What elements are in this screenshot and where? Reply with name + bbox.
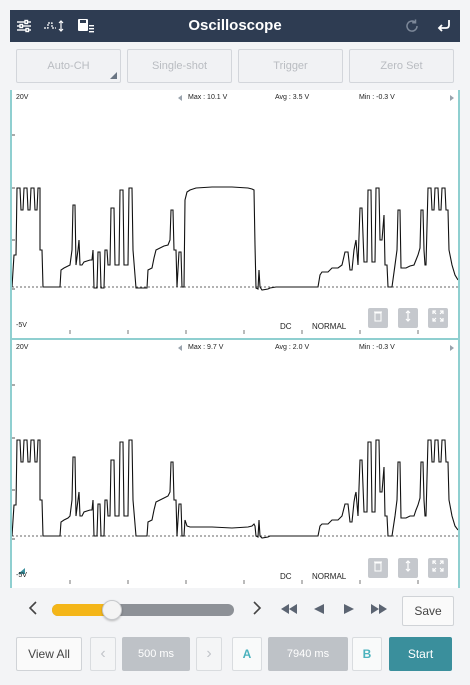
channel-panel-2[interactable]: 20V Max : 9.7 V Avg : 2.0 V Min : -0.3 V… [12, 340, 458, 588]
step-back-icon [313, 602, 325, 620]
zero-set-button[interactable]: Zero Set [349, 49, 454, 83]
single-shot-button[interactable]: Single-shot [127, 49, 232, 83]
refresh-icon[interactable] [396, 10, 428, 42]
view-all-button[interactable]: View All [16, 637, 82, 671]
stat-avg: Avg : 2.0 V [275, 344, 310, 351]
channel-panel-1[interactable]: 20V Max : 10.1 V Avg : 3.5 V Min : -0.3 … [12, 90, 458, 340]
timebase-value: 500 ms [122, 637, 190, 671]
expand-panel-button[interactable] [428, 308, 448, 328]
expand-icon [432, 559, 444, 577]
stat-min: Min : -0.3 V [359, 94, 395, 101]
trigger-button[interactable]: Trigger [238, 49, 343, 83]
title-bar: Oscilloscope [10, 10, 460, 42]
single-shot-label: Single-shot [151, 60, 208, 72]
timebase-increase-button[interactable]: › [196, 637, 222, 671]
coupling-label: DC [280, 572, 292, 581]
trash-icon [373, 309, 383, 327]
waveform-measure-icon[interactable] [38, 10, 72, 42]
waveform-channel-2 [12, 384, 458, 584]
delete-channel-button[interactable] [368, 558, 388, 578]
fast-forward-icon [370, 602, 388, 620]
chevron-left-icon: ‹ [100, 645, 106, 662]
step-back-button[interactable] [308, 600, 330, 622]
scope-display[interactable]: 20V Max : 10.1 V Avg : 3.5 V Min : -0.3 … [10, 90, 460, 588]
prev-stat-arrow-icon[interactable] [178, 95, 182, 101]
expand-icon [432, 309, 444, 327]
step-forward-icon [343, 602, 355, 620]
trigger-mode-label: NORMAL [312, 322, 347, 331]
timeline-slider[interactable] [52, 600, 234, 620]
coupling-label: DC [280, 322, 292, 331]
back-icon[interactable] [428, 10, 460, 42]
zero-set-label: Zero Set [380, 60, 423, 72]
auto-ch-label: Auto-CH [47, 60, 90, 72]
scroll-right-button[interactable] [246, 601, 268, 620]
save-button[interactable]: Save [402, 596, 454, 626]
scale-min-label: -5V [16, 322, 27, 329]
stat-max: Max : 10.1 V [188, 94, 228, 101]
expand-panel-button[interactable] [428, 558, 448, 578]
bottom-bar: View All ‹ 500 ms › A 7940 ms B Start [10, 634, 460, 674]
scale-max-label: 20V [16, 94, 29, 101]
fast-rewind-icon [280, 602, 298, 620]
scroll-left-button[interactable] [22, 601, 44, 620]
fast-rewind-button[interactable] [278, 600, 300, 622]
playback-bar: Save [10, 592, 460, 630]
fast-forward-button[interactable] [368, 600, 390, 622]
timebase-decrease-button[interactable]: ‹ [90, 637, 116, 671]
dropdown-corner-icon [110, 72, 117, 79]
settings-sliders-icon[interactable] [10, 10, 38, 42]
next-stat-arrow-icon[interactable] [450, 345, 454, 351]
auto-ch-button[interactable]: Auto-CH [16, 49, 121, 83]
prev-stat-arrow-icon[interactable] [178, 345, 182, 351]
vertical-arrows-icon [403, 559, 413, 577]
cursor-time-value: 7940 ms [268, 637, 348, 671]
waveform-channel-1 [12, 134, 458, 334]
chevron-right-icon: › [206, 645, 212, 662]
save-list-icon[interactable] [72, 10, 100, 42]
trigger-label: Trigger [273, 60, 308, 72]
trigger-mode-label: NORMAL [312, 572, 347, 581]
next-stat-arrow-icon[interactable] [450, 95, 454, 101]
vertical-scale-button[interactable] [398, 308, 418, 328]
step-forward-button[interactable] [338, 600, 360, 622]
stat-avg: Avg : 3.5 V [275, 94, 310, 101]
marker-b-button[interactable]: B [352, 637, 382, 671]
timeline-slider-knob[interactable] [102, 600, 123, 620]
scale-min-label: -5V [16, 572, 27, 579]
marker-a-button[interactable]: A [232, 637, 262, 671]
vertical-scale-button[interactable] [398, 558, 418, 578]
trash-icon [373, 559, 383, 577]
top-button-row: Auto-CH Single-shot Trigger Zero Set [10, 46, 460, 86]
stat-max: Max : 9.7 V [188, 344, 224, 351]
scale-max-label: 20V [16, 344, 29, 351]
delete-channel-button[interactable] [368, 308, 388, 328]
start-button[interactable]: Start [389, 637, 452, 671]
vertical-arrows-icon [403, 309, 413, 327]
stat-min: Min : -0.3 V [359, 344, 395, 351]
